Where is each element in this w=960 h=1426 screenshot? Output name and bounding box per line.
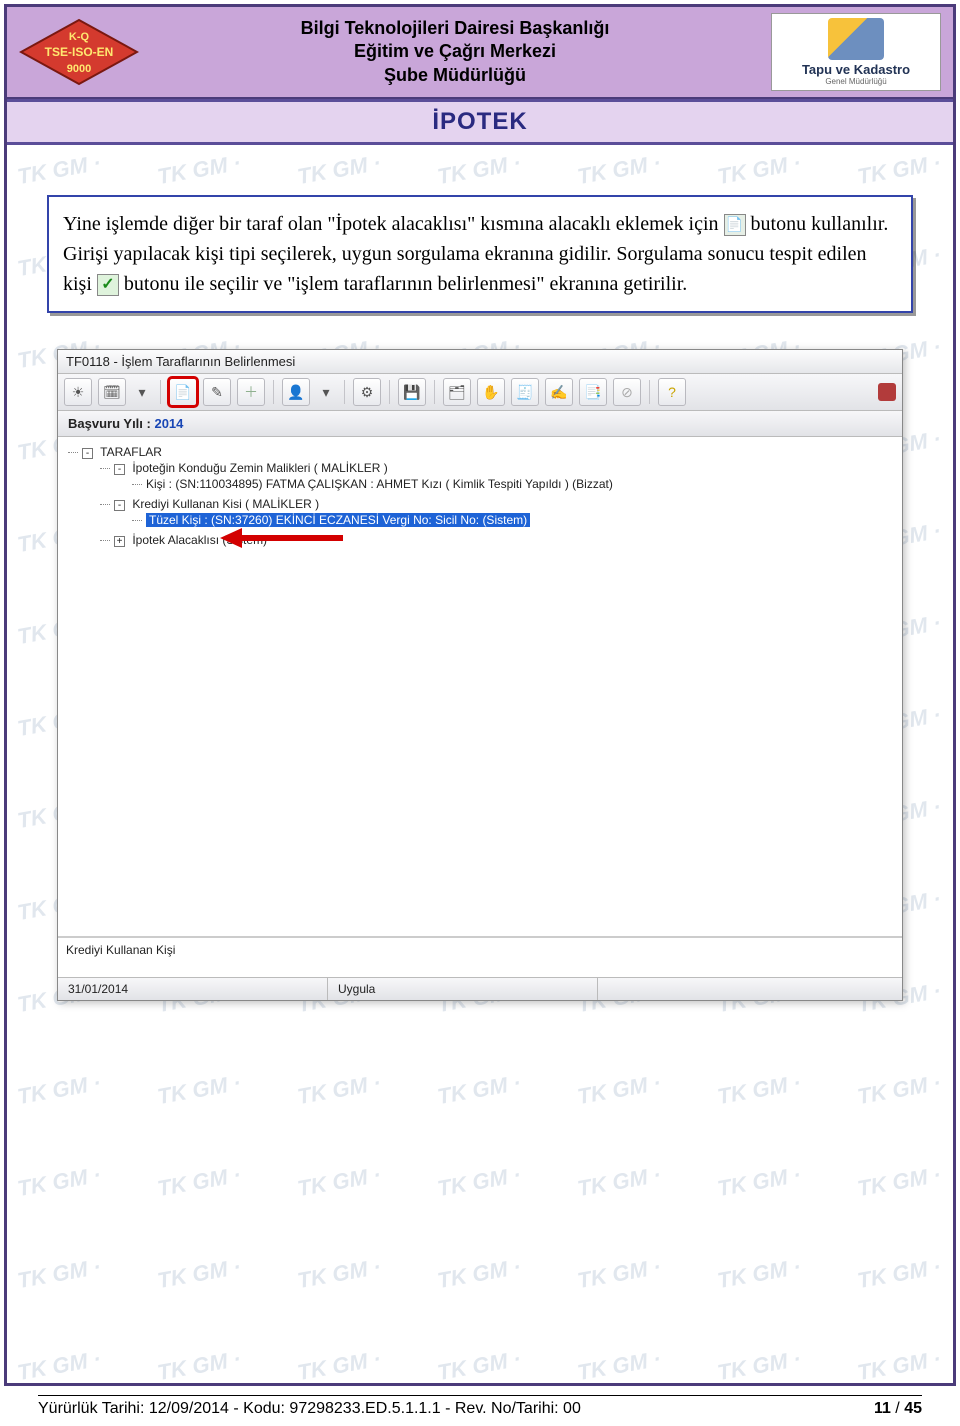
add-document-icon: [724, 214, 746, 236]
bottom-info: Krediyi Kullanan Kişi: [58, 937, 902, 977]
tree-area[interactable]: - TARAFLAR - İpoteğin Konduğu Zemin Mali…: [58, 437, 902, 937]
collapse-icon[interactable]: -: [114, 500, 125, 511]
tree-node-malikler-label: İpoteğin Konduğu Zemin Malikleri ( MALİK…: [132, 461, 387, 475]
toolbar-hand-icon[interactable]: ✋: [477, 378, 505, 406]
instruction-box: Yine işlemde diğer bir taraf olan "İpote…: [47, 195, 913, 313]
app-window: TF0118 - İşlem Taraflarının Belirlenmesi…: [57, 349, 903, 1001]
page-sep: /: [891, 1400, 904, 1417]
toolbar-edit-icon[interactable]: ✎: [203, 378, 231, 406]
status-bar: 31/01/2014 Uygula: [58, 977, 902, 1000]
toolbar-cancel-icon[interactable]: ⊘: [613, 378, 641, 406]
toolbar-gear-icon[interactable]: ⚙: [353, 378, 381, 406]
check-icon: [97, 274, 119, 296]
expand-icon[interactable]: +: [114, 536, 125, 547]
year-value: 2014: [154, 416, 183, 431]
tree-leaf-tuzel[interactable]: Tüzel Kişi : (SN:37260) EKİNCİ ECZANESİ …: [132, 511, 896, 529]
toolbar-help-icon[interactable]: ?: [658, 378, 686, 406]
tk-logo-sub: Genel Müdürlüğü: [825, 77, 886, 86]
bottom-info-text: Krediyi Kullanan Kişi: [66, 943, 175, 957]
tree: - TARAFLAR - İpoteğin Konduğu Zemin Mali…: [64, 443, 896, 551]
header-line2: Eğitim ve Çağrı Merkezi: [139, 40, 771, 63]
tree-node-ipotek-label: İpotek Alacaklısı (Sistem): [132, 533, 267, 547]
content-area: Yine işlemde diğer bir taraf olan "İpote…: [7, 145, 953, 1021]
status-empty: [598, 978, 902, 1000]
iso-logo-top: K-Q: [69, 31, 90, 43]
document-header: K-Q TSE-ISO-EN 9000 Bilgi Teknolojileri …: [7, 7, 953, 99]
page-current: 11: [874, 1400, 891, 1417]
instruction-part1: Yine işlemde diğer bir taraf olan "İpote…: [63, 213, 724, 235]
iso-logo-bot: 9000: [67, 63, 91, 75]
header-title-block: Bilgi Teknolojileri Dairesi Başkanlığı E…: [139, 17, 771, 87]
app-window-title: TF0118 - İşlem Taraflarının Belirlenmesi: [58, 350, 902, 374]
toolbar-separator: [434, 380, 435, 404]
toolbar-separator: [273, 380, 274, 404]
toolbar-stamp-icon[interactable]: 🧾: [511, 378, 539, 406]
tree-root-label: TARAFLAR: [100, 445, 162, 459]
tree-leaf-kisi[interactable]: Kişi : (SN:110034895) FATMA ÇALIŞKAN : A…: [132, 475, 896, 493]
instruction-part3: butonu ile seçilir ve "işlem taraflarını…: [124, 273, 687, 295]
toolbar-separator: [344, 380, 345, 404]
toolbar-save-icon[interactable]: 💾: [398, 378, 426, 406]
header-line1: Bilgi Teknolojileri Dairesi Başkanlığı: [139, 17, 771, 40]
tree-root[interactable]: - TARAFLAR - İpoteğin Konduğu Zemin Mali…: [68, 443, 896, 551]
year-row: Başvuru Yılı : 2014: [58, 411, 902, 437]
iso-logo-mid: TSE-ISO-EN: [45, 45, 114, 59]
tree-leaf-selected-label: Tüzel Kişi : (SN:37260) EKİNCİ ECZANESİ …: [146, 513, 530, 527]
page-total: 45: [904, 1400, 922, 1417]
tree-leaf-kisi-label: Kişi : (SN:110034895) FATMA ÇALIŞKAN : A…: [146, 477, 613, 491]
collapse-icon[interactable]: -: [82, 448, 93, 459]
tapu-kadastro-logo: Tapu ve Kadastro Genel Müdürlüğü: [771, 13, 941, 91]
toolbar-calendar-icon[interactable]: 🗓: [98, 378, 126, 406]
tree-node-ipotek-alacaklisi[interactable]: + İpotek Alacaklısı (Sistem): [100, 531, 896, 549]
tk-logo-main: Tapu ve Kadastro: [802, 62, 910, 77]
page-footer: Yürürlük Tarihi: 12/09/2014 - Kodu: 9729…: [38, 1395, 922, 1418]
tk-icon: [828, 18, 884, 60]
tree-node-malikler[interactable]: - İpoteğin Konduğu Zemin Malikleri ( MAL…: [100, 459, 896, 495]
status-date: 31/01/2014: [58, 978, 328, 1000]
year-label: Başvuru Yılı :: [68, 416, 151, 431]
toolbar-card-icon[interactable]: 🗂: [443, 378, 471, 406]
document-title: İPOTEK: [7, 99, 953, 145]
status-action: Uygula: [328, 978, 598, 1000]
toolbar-separator: [160, 380, 161, 404]
toolbar-separator: [649, 380, 650, 404]
toolbar-sign-icon[interactable]: ✍: [545, 378, 573, 406]
toolbar-add-document-icon[interactable]: 📄: [169, 378, 197, 406]
footer-left: Yürürlük Tarihi: 12/09/2014 - Kodu: 9729…: [38, 1400, 581, 1418]
toolbar-dropdown-icon[interactable]: ▾: [132, 378, 152, 406]
header-line3: Şube Müdürlüğü: [139, 64, 771, 87]
toolbar-sun-icon[interactable]: ☀: [64, 378, 92, 406]
iso-logo: K-Q TSE-ISO-EN 9000: [19, 18, 139, 86]
toolbar-close-icon[interactable]: [878, 383, 896, 401]
page-number: 11 / 45: [874, 1400, 922, 1418]
toolbar-copy-icon[interactable]: 📑: [579, 378, 607, 406]
toolbar-dropdown-icon[interactable]: ▾: [316, 378, 336, 406]
toolbar-person-icon[interactable]: 👤: [282, 378, 310, 406]
toolbar-separator: [389, 380, 390, 404]
collapse-icon[interactable]: -: [114, 464, 125, 475]
tree-node-kredi[interactable]: - Krediyi Kullanan Kisi ( MALİKLER ) Tüz…: [100, 495, 896, 531]
app-toolbar: ☀ 🗓 ▾ 📄 ✎ ＋ 👤 ▾ ⚙ 💾 🗂 ✋ 🧾 ✍ 📑: [58, 374, 902, 411]
tree-node-kredi-label: Krediyi Kullanan Kisi ( MALİKLER ): [132, 497, 319, 511]
toolbar-plus-icon[interactable]: ＋: [237, 378, 265, 406]
page-frame: K-Q TSE-ISO-EN 9000 Bilgi Teknolojileri …: [4, 4, 956, 1386]
